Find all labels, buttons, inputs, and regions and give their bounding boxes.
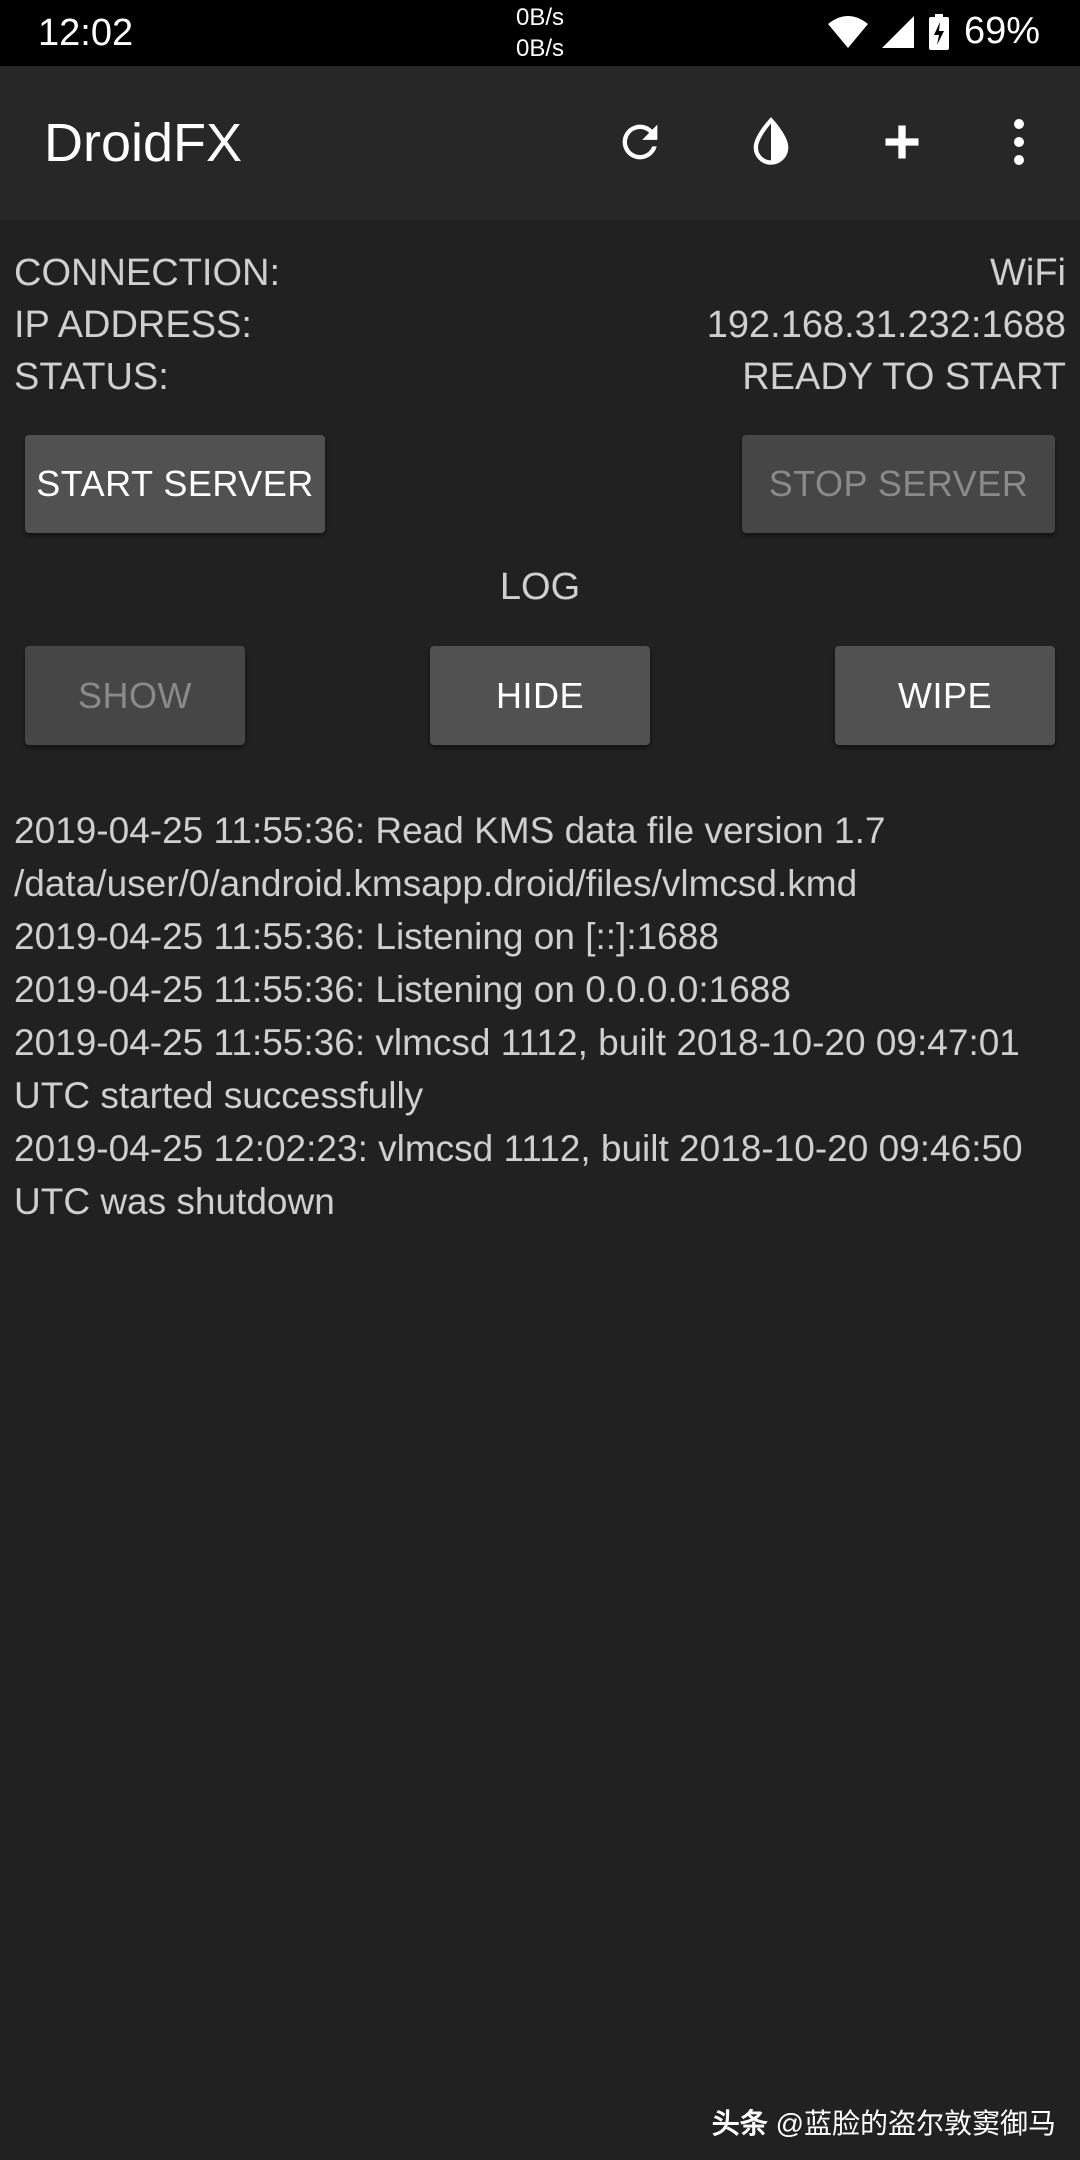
- status-time: 12:02: [38, 12, 134, 54]
- overflow-menu-icon[interactable]: [989, 112, 1049, 172]
- watermark-handle: @蓝脸的盗尔敦窦御马: [775, 2108, 1056, 2139]
- app-title: DroidFX: [44, 113, 243, 173]
- stop-server-button[interactable]: STOP SERVER: [742, 435, 1055, 533]
- connection-row: CONNECTION: WiFi: [14, 252, 1066, 302]
- ip-address-label: IP ADDRESS:: [14, 304, 252, 346]
- log-line: 2019-04-25 11:55:36: vlmcsd 1112, built …: [14, 1022, 1031, 1116]
- wifi-icon: [827, 15, 868, 48]
- status-bar: 12:02 0B/s 0B/s 69%: [0, 0, 1080, 66]
- battery-charging-icon: [928, 13, 950, 50]
- log-line: 2019-04-25 12:02:23: vlmcsd 1112, built …: [14, 1128, 1033, 1222]
- watermark: 头条 @蓝脸的盗尔敦窦御马: [712, 2102, 1056, 2142]
- log-title: LOG: [499, 566, 581, 608]
- log-line: 2019-04-25 11:55:36: Listening on 0.0.0.…: [14, 969, 791, 1010]
- connection-value: WiFi: [990, 252, 1066, 294]
- status-icons: 69%: [827, 10, 1040, 53]
- ip-address-value: 192.168.31.232:1688: [706, 304, 1066, 346]
- add-icon[interactable]: [872, 112, 932, 172]
- net-speed-down: 0B/s: [515, 35, 565, 62]
- app-bar: DroidFX: [0, 66, 1080, 220]
- hide-log-button[interactable]: HIDE: [430, 646, 650, 745]
- theme-contrast-icon[interactable]: [741, 112, 801, 172]
- connection-label: CONNECTION:: [14, 252, 280, 294]
- battery-percent: 69%: [963, 10, 1040, 52]
- ip-address-row: IP ADDRESS: 192.168.31.232:1688: [14, 304, 1066, 354]
- wipe-log-button[interactable]: WIPE: [835, 646, 1055, 745]
- network-speed: 0B/s 0B/s: [510, 2, 570, 64]
- show-log-button[interactable]: SHOW: [25, 646, 245, 745]
- signal-icon: [881, 15, 914, 48]
- status-value: READY TO START: [742, 356, 1066, 398]
- net-speed-up: 0B/s: [515, 4, 565, 31]
- log-output: 2019-04-25 11:55:36: Read KMS data file …: [14, 804, 1074, 1228]
- refresh-icon[interactable]: [610, 112, 670, 172]
- status-row: STATUS: READY TO START: [14, 356, 1066, 406]
- watermark-brand: 头条: [711, 2108, 768, 2139]
- log-line: 2019-04-25 11:55:36: Listening on [::]:1…: [14, 916, 719, 957]
- log-line: 2019-04-25 11:55:36: Read KMS data file …: [14, 810, 896, 904]
- status-label: STATUS:: [14, 356, 169, 398]
- start-server-button[interactable]: START SERVER: [25, 435, 325, 533]
